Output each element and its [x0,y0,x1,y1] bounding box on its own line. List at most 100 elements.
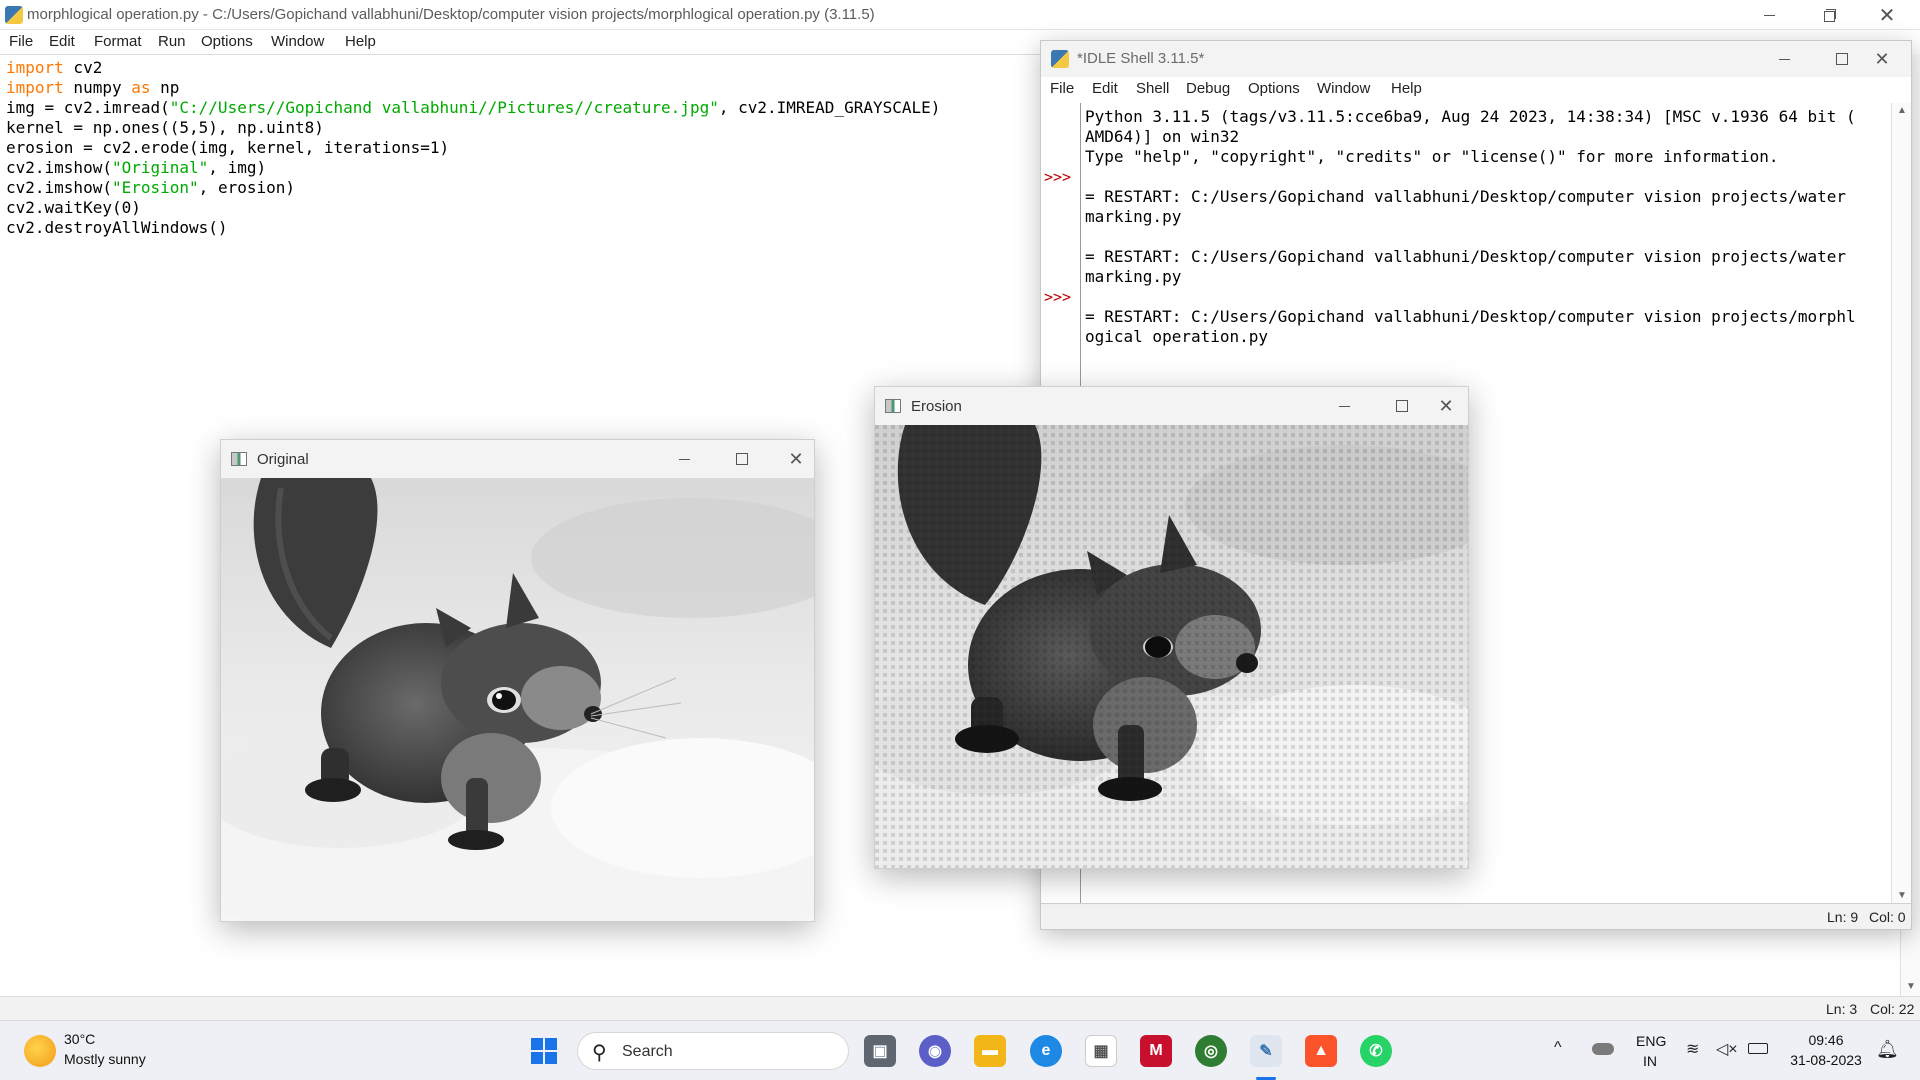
clock-date[interactable]: 31-08-2023 [1786,1052,1866,1068]
shell-menu-options[interactable]: Options [1248,80,1300,97]
editor-titlebar[interactable]: morphlogical operation.py - C:/Users/Gop… [0,0,1920,30]
scroll-up-arrow-icon[interactable]: ▲ [1897,105,1907,116]
file-explorer-icon[interactable]: ▬ [974,1035,1006,1067]
shell-statusbar: Ln: 9 Col: 0 [1041,903,1911,929]
whatsapp-icon[interactable]: ✆ [1360,1035,1392,1067]
erosion-close-button[interactable]: ✕ [1423,391,1469,421]
erosion-titlebar[interactable]: Erosion ✕ [875,387,1468,425]
opencv-window-icon [885,399,901,413]
wifi-icon[interactable]: ≋ [1686,1039,1699,1059]
windows-start-icon[interactable] [528,1035,560,1067]
shell-menu-file[interactable]: File [1050,80,1074,97]
shell-menu-window[interactable]: Window [1317,80,1370,97]
code-token: cv2 [63,58,103,77]
shell-output-line: = RESTART: C:/Users/Gopichand vallabhuni… [1085,187,1846,206]
language-indicator[interactable]: ENG [1636,1033,1666,1049]
code-token: erosion = cv2.erode(img, kernel, iterati… [6,138,450,157]
menu-format[interactable]: Format [94,33,142,50]
code-line[interactable]: cv2.imshow("Original", img) [6,158,266,178]
teams-chat-icon[interactable]: ◉ [919,1035,951,1067]
onedrive-cloud-icon[interactable] [1592,1043,1614,1055]
speaker-muted-icon[interactable]: ◁× [1716,1039,1738,1059]
shell-menubar: File Edit Shell Debug Options Window Hel… [1041,77,1911,103]
close-button[interactable]: ✕ [1864,0,1910,30]
editor-title: morphlogical operation.py - C:/Users/Gop… [27,6,875,23]
restore-button[interactable] [1806,0,1852,30]
code-token: import [6,78,64,97]
shell-close-button[interactable]: ✕ [1859,44,1905,74]
erosion-minimize-button[interactable] [1321,391,1367,421]
code-token: kernel = np.ones((5,5), np.uint8) [6,118,324,137]
code-line[interactable]: cv2.destroyAllWindows() [6,218,228,238]
python-idle-taskbar-icon[interactable]: ✎ [1250,1035,1282,1067]
minimize-button[interactable] [1746,0,1792,30]
battery-icon[interactable] [1748,1043,1768,1054]
clock-time[interactable]: 09:46 [1786,1032,1866,1048]
erosion-title: Erosion [911,398,962,415]
code-line[interactable]: kernel = np.ones((5,5), np.uint8) [6,118,324,138]
menu-window[interactable]: Window [271,33,324,50]
original-minimize-button[interactable] [661,444,707,474]
code-token: cv2.destroyAllWindows() [6,218,228,237]
shell-prompt: >>> [1044,168,1072,186]
shell-output-line: = RESTART: C:/Users/Gopichand vallabhuni… [1085,247,1846,266]
menu-file[interactable]: File [9,33,33,50]
scroll-down-arrow-icon[interactable]: ▼ [1906,981,1916,992]
shell-scrollbar[interactable]: ▲ ▼ [1891,103,1911,903]
shell-titlebar[interactable]: *IDLE Shell 3.11.5* ✕ [1041,41,1911,77]
search-placeholder: Search [622,1043,673,1060]
notifications-bell-icon[interactable]: 🔔︎ [1876,1039,1899,1060]
erosion-maximize-button[interactable] [1379,391,1425,421]
taskbar: 30°C Mostly sunny ⚲ Search ▣ ◉ ▬ e ▦ M ◎… [0,1020,1920,1080]
weather-sun-icon[interactable] [24,1035,56,1067]
microsoft-store-icon[interactable]: ▦ [1085,1035,1117,1067]
code-token: np [150,78,180,97]
task-view-icon[interactable]: ▣ [864,1035,896,1067]
erosion-image-window: Erosion ✕ [874,386,1469,869]
code-token: , cv2.IMREAD_GRAYSCALE) [718,98,941,117]
shell-menu-shell[interactable]: Shell [1136,80,1169,97]
code-token: , erosion) [198,178,295,197]
code-token: cv2.waitKey(0) [6,198,141,217]
edge-browser-icon[interactable]: e [1030,1035,1062,1067]
code-line[interactable]: erosion = cv2.erode(img, kernel, iterati… [6,138,449,158]
weather-temperature[interactable]: 30°C [64,1031,95,1047]
menu-help[interactable]: Help [345,33,376,50]
shell-prompt: >>> [1044,288,1072,306]
code-line[interactable]: img = cv2.imread("C://Users//Gopichand v… [6,98,940,118]
opencv-window-icon [231,452,247,466]
menu-run[interactable]: Run [158,33,186,50]
weather-description[interactable]: Mostly sunny [64,1051,146,1067]
original-close-button[interactable]: ✕ [773,444,819,474]
region-indicator[interactable]: IN [1636,1053,1664,1069]
original-maximize-button[interactable] [719,444,765,474]
original-titlebar[interactable]: Original ✕ [221,440,814,478]
code-line[interactable]: cv2.waitKey(0) [6,198,141,218]
original-title: Original [257,451,309,468]
show-hidden-icons-chevron-icon[interactable]: ^ [1554,1039,1562,1057]
brave-browser-icon[interactable]: ▲ [1305,1035,1337,1067]
code-token: import [6,58,64,77]
code-token: cv2.imshow( [6,178,112,197]
shell-title: *IDLE Shell 3.11.5* [1077,50,1205,67]
shell-output-line: marking.py [1085,207,1182,226]
menu-edit[interactable]: Edit [49,33,75,50]
shell-menu-debug[interactable]: Debug [1186,80,1230,97]
shell-minimize-button[interactable] [1761,44,1807,74]
shell-output-line: Python 3.11.5 (tags/v3.11.5:cce6ba9, Aug… [1085,107,1856,126]
shell-menu-help[interactable]: Help [1391,80,1422,97]
eroded-squirrel-image [875,425,1468,868]
shell-output-line: ogical operation.py [1085,327,1269,346]
shell-output-line: marking.py [1085,267,1182,286]
taskbar-search-box[interactable]: ⚲ Search [577,1032,849,1070]
chrome-icon[interactable]: ◎ [1195,1035,1227,1067]
shell-menu-edit[interactable]: Edit [1092,80,1118,97]
scroll-down-arrow-icon[interactable]: ▼ [1897,890,1907,901]
code-line[interactable]: import cv2 [6,58,102,78]
code-token: "C://Users//Gopichand vallabhuni//Pictur… [169,98,719,117]
code-token: "Erosion" [111,178,199,197]
code-line[interactable]: import numpy as np [6,78,179,98]
code-line[interactable]: cv2.imshow("Erosion", erosion) [6,178,295,198]
mcafee-icon[interactable]: M [1140,1035,1172,1067]
menu-options[interactable]: Options [201,33,253,50]
